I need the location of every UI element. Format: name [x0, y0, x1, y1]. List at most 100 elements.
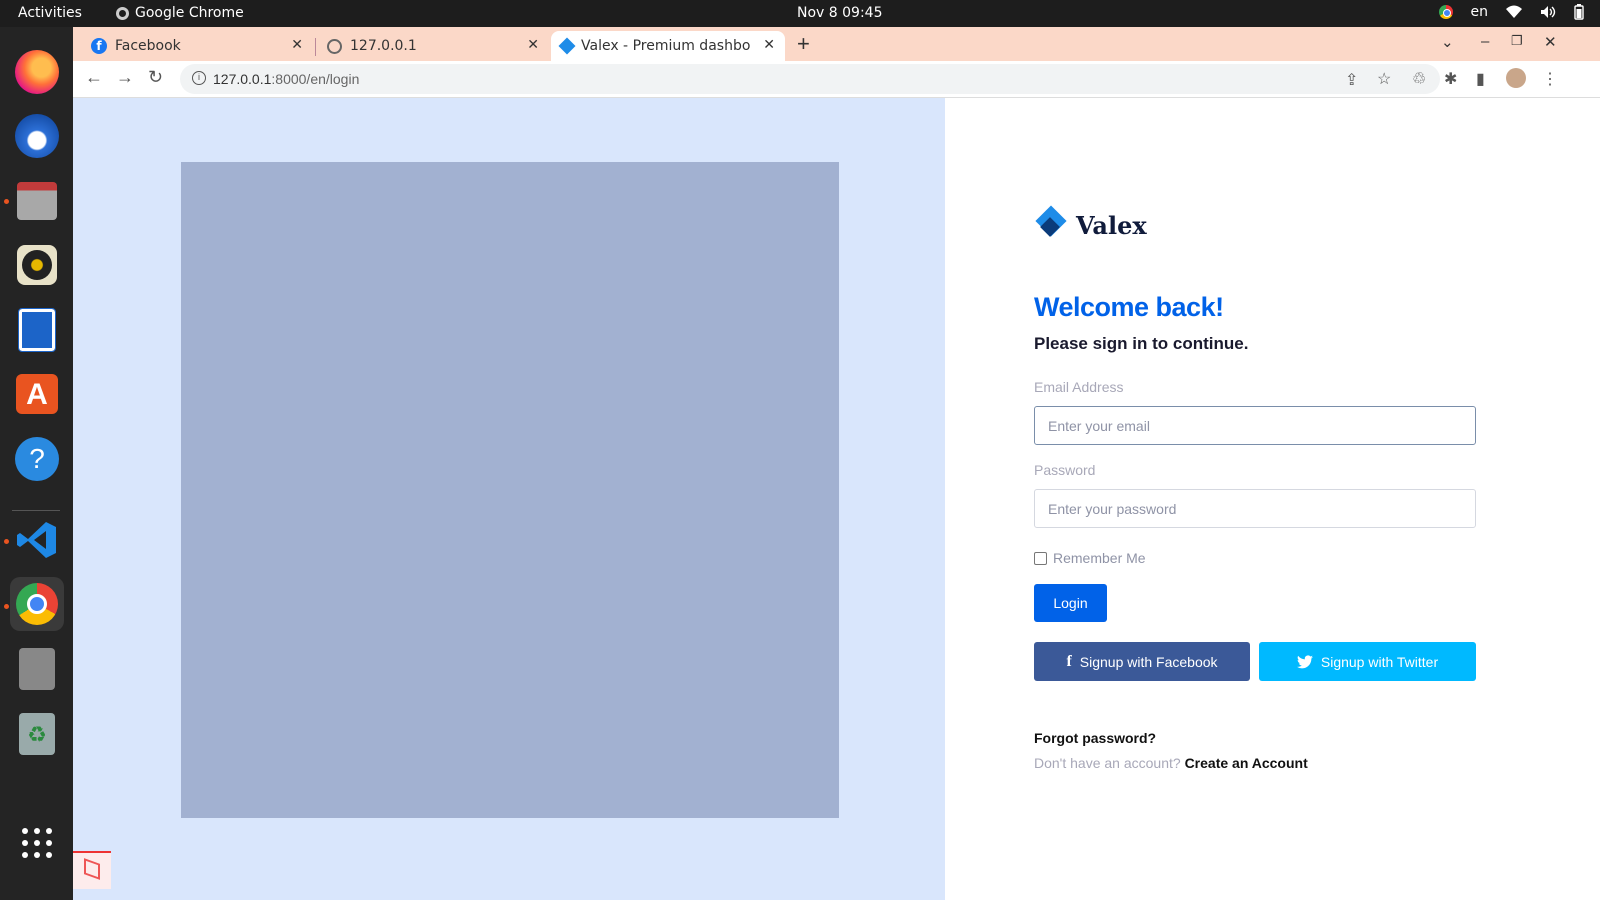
minimize-icon[interactable]: – [1481, 33, 1489, 50]
clock[interactable]: Nov 8 09:45 [797, 5, 882, 21]
help-icon: ? [15, 437, 59, 481]
welcome-heading: Welcome back! [1034, 292, 1224, 322]
new-tab-button[interactable]: + [797, 31, 810, 57]
chrome-icon [16, 583, 58, 625]
running-indicator [4, 199, 9, 204]
app-grid-icon [22, 828, 52, 858]
app-name: Google Chrome [135, 5, 244, 21]
illustration-pane [73, 98, 945, 900]
tab-valex[interactable]: Valex - Premium dashboard ✕ [551, 31, 785, 61]
activities-button[interactable]: Activities [18, 5, 82, 21]
dock-chrome[interactable] [10, 577, 64, 631]
facebook-favicon: f [91, 38, 107, 54]
dock-trash[interactable]: ♻ [10, 707, 64, 761]
forgot-password-link[interactable]: Forgot password? [1034, 730, 1156, 746]
dock-app-grid[interactable] [10, 816, 64, 870]
system-top-bar: Activities Google Chrome Nov 8 09:45 en [0, 0, 1600, 27]
rhythmbox-icon [17, 245, 57, 285]
bookmark-star-icon[interactable]: ☆ [1377, 69, 1391, 89]
password-label: Password [1034, 462, 1096, 478]
share-icon[interactable]: ⇪ [1345, 70, 1358, 90]
login-button[interactable]: Login [1034, 584, 1107, 622]
dock-separator [12, 510, 60, 511]
url-host: 127.0.0.1 [213, 71, 272, 87]
restore-icon[interactable]: ❐ [1511, 33, 1523, 49]
running-indicator [4, 539, 9, 544]
dock-files[interactable] [10, 174, 64, 228]
address-bar[interactable]: i 127.0.0.1:8000/en/login ⇪ ☆ [180, 64, 1440, 94]
remember-me-label: Remember Me [1053, 550, 1146, 566]
firefox-icon [15, 50, 59, 94]
recycle-extension-icon[interactable]: ♲ [1412, 69, 1426, 89]
dock-text-editor[interactable] [10, 642, 64, 696]
no-account-text: Don't have an account? [1034, 755, 1181, 771]
chrome-app-icon [116, 6, 129, 20]
tab-strip: f Facebook ✕ 127.0.0.1 ✕ Valex - Premium… [73, 27, 1600, 61]
text-editor-icon [19, 648, 55, 690]
tab-search-icon[interactable]: ⌄ [1441, 33, 1454, 51]
files-icon [17, 182, 57, 220]
extensions-puzzle-icon[interactable]: ✱ [1444, 69, 1457, 89]
signup-prompt: Don't have an account? Create an Account [1034, 755, 1308, 771]
chrome-tray-icon[interactable] [1438, 5, 1453, 19]
tab-title: Valex - Premium dashboard [581, 38, 751, 54]
back-icon[interactable]: ← [85, 67, 103, 88]
laravel-debugbar-icon[interactable] [73, 851, 111, 889]
create-account-link[interactable]: Create an Account [1185, 755, 1308, 771]
tab-facebook[interactable]: f Facebook ✕ [81, 31, 313, 61]
forward-icon[interactable]: → [116, 67, 134, 88]
twitter-bird-icon [1296, 654, 1313, 668]
signin-subtitle: Please sign in to continue. [1034, 334, 1249, 353]
tab-title: 127.0.0.1 [350, 38, 417, 54]
close-tab-icon[interactable]: ✕ [763, 37, 775, 53]
page-content: Valex Welcome back! Please sign in to co… [73, 98, 1600, 900]
dock-writer[interactable] [10, 303, 64, 357]
url-text: 127.0.0.1:8000/en/login [213, 71, 359, 87]
dock-app-center[interactable]: A [10, 367, 64, 421]
trash-icon: ♻ [19, 713, 55, 755]
remember-me[interactable]: Remember Me [1034, 550, 1146, 566]
browser-toolbar: ← → ↻ i 127.0.0.1:8000/en/login ⇪ ☆ ♲ ✱ … [73, 61, 1600, 98]
reload-icon[interactable]: ↻ [148, 67, 163, 88]
login-panel: Valex Welcome back! Please sign in to co… [1034, 98, 1484, 900]
side-panel-icon[interactable]: ▮ [1476, 69, 1485, 89]
dock: A ? ♻ [0, 27, 73, 900]
signup-twitter-button[interactable]: Signup with Twitter [1259, 642, 1476, 681]
brand-name: Valex [1076, 210, 1147, 240]
tab-localhost[interactable]: 127.0.0.1 ✕ [317, 31, 549, 61]
close-tab-icon[interactable]: ✕ [527, 37, 539, 53]
profile-avatar[interactable] [1506, 68, 1526, 88]
chrome-menu-icon[interactable]: ⋮ [1542, 69, 1558, 89]
hero-image-placeholder [181, 162, 839, 818]
dock-firefox[interactable] [10, 45, 64, 99]
system-tray[interactable]: en [1438, 4, 1585, 20]
email-field[interactable] [1034, 406, 1476, 445]
remember-me-checkbox[interactable] [1034, 551, 1047, 565]
valex-logo-icon [1034, 205, 1070, 243]
app-center-icon: A [16, 374, 58, 414]
brand-logo[interactable]: Valex [1034, 205, 1147, 243]
valex-favicon [558, 37, 576, 55]
password-field[interactable] [1034, 489, 1476, 528]
vscode-icon [17, 522, 56, 558]
url-path: :8000/en/login [271, 71, 360, 87]
dock-vscode[interactable] [10, 513, 64, 567]
facebook-icon: f [1066, 652, 1072, 670]
running-indicator [4, 604, 9, 609]
close-tab-icon[interactable]: ✕ [291, 37, 303, 53]
app-menu[interactable]: Google Chrome [116, 5, 244, 21]
dock-thunderbird[interactable] [10, 109, 64, 163]
volume-icon [1541, 6, 1556, 18]
language-indicator[interactable]: en [1471, 4, 1489, 20]
signup-facebook-button[interactable]: f Signup with Facebook [1034, 642, 1250, 681]
thunderbird-icon [15, 114, 59, 158]
tab-divider [315, 38, 316, 56]
tab-title: Facebook [115, 38, 181, 54]
dock-rhythmbox[interactable] [10, 238, 64, 292]
signup-twitter-label: Signup with Twitter [1320, 653, 1439, 670]
dock-help[interactable]: ? [10, 432, 64, 486]
close-window-icon[interactable]: ✕ [1544, 33, 1557, 51]
globe-favicon [327, 38, 342, 54]
site-info-icon[interactable]: i [192, 71, 206, 85]
writer-icon [18, 308, 56, 352]
